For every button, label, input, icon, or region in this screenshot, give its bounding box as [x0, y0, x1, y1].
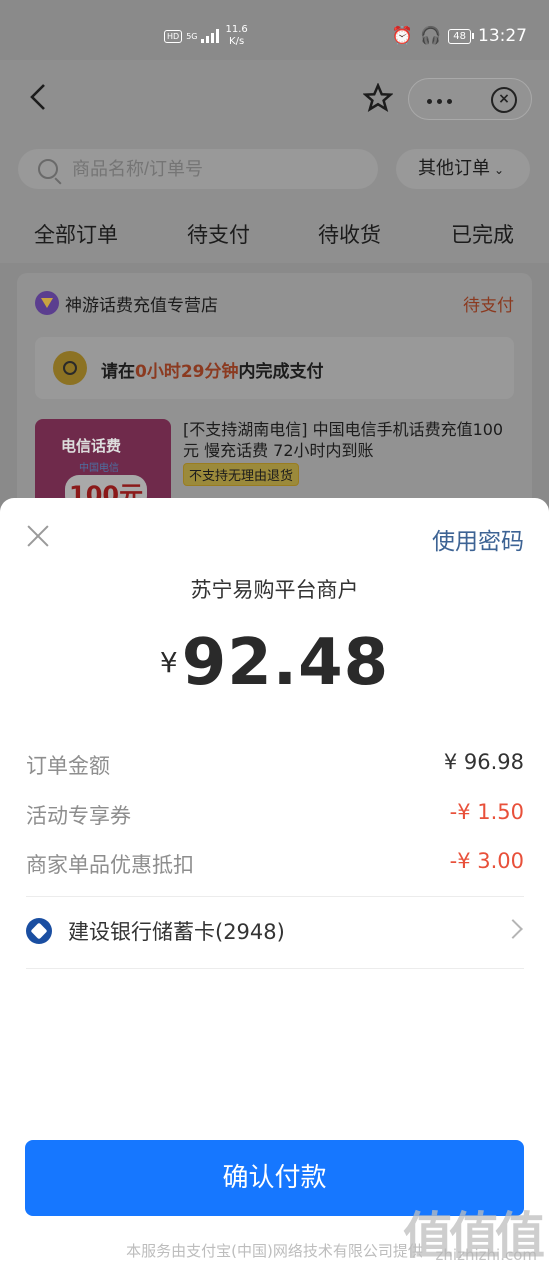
watermark-site: zhizhizhi.com	[435, 1246, 537, 1264]
divider	[26, 968, 524, 969]
search-row: 其他订单 ⌄	[0, 135, 549, 205]
order-list: 神游话费充值专营店 待支付 请在0小时29分钟内完成支付 电信话费 中国电信 1…	[0, 263, 549, 533]
battery-icon: 48	[448, 28, 474, 44]
detail-label: 订单金额	[26, 754, 110, 778]
detail-label: 活动专享券	[26, 804, 131, 828]
alarm-icon: ⏰	[391, 26, 414, 46]
tab-pending-receipt[interactable]: 待收货	[318, 219, 381, 249]
back-arrow-icon[interactable]	[24, 82, 54, 112]
shop-name[interactable]: 神游话费充值专营店	[65, 291, 218, 316]
tab-all-orders[interactable]: 全部订单	[34, 219, 118, 249]
status-bar: HD 5G 11.6 K/s ⏰ 🎧 48 13:27	[0, 0, 549, 60]
timer-text: 请在0小时29分钟内完成支付	[101, 357, 324, 382]
clock: 13:27	[478, 26, 527, 46]
order-tabs: 全部订单 待支付 待收货 已完成	[0, 205, 549, 263]
payment-timer: 请在0小时29分钟内完成支付	[35, 337, 514, 399]
headphones-icon: 🎧	[420, 26, 442, 46]
product-title[interactable]: [不支持湖南电信] 中国电信手机话费充值100元 慢充话费 72小时内到账	[183, 419, 513, 461]
close-circle-icon[interactable]: ×	[491, 87, 517, 113]
currency-symbol: ¥	[159, 646, 178, 679]
payment-method-row[interactable]: 建设银行储蓄卡(2948)	[26, 918, 524, 968]
detail-value: -¥ 1.50	[449, 800, 524, 824]
more-icon[interactable]	[427, 99, 452, 104]
network-type: 5G	[186, 31, 198, 41]
order-status: 待支付	[463, 296, 514, 316]
payment-sheet: 使用密码 苏宁易购平台商户 ¥92.48 订单金额 ¥ 96.98 活动专享券 …	[0, 498, 549, 1278]
chevron-right-icon	[503, 919, 523, 939]
detail-row-coupon: 活动专享券 -¥ 1.50	[26, 800, 524, 830]
tab-completed[interactable]: 已完成	[451, 219, 514, 249]
network-speed-unit: K/s	[229, 36, 245, 47]
bank-card-name: 建设银行储蓄卡(2948)	[68, 920, 285, 944]
close-icon[interactable]	[26, 524, 50, 548]
search-box[interactable]	[18, 149, 378, 189]
timer-remaining: 0小时29分钟	[135, 362, 239, 382]
detail-label: 商家单品优惠抵扣	[26, 853, 194, 877]
divider	[26, 896, 524, 897]
detail-row-order-amount: 订单金额 ¥ 96.98	[26, 750, 524, 780]
shop-logo-icon	[35, 291, 59, 315]
detail-row-merchant-discount: 商家单品优惠抵扣 -¥ 3.00	[26, 849, 524, 879]
ccb-bank-icon	[26, 918, 52, 944]
amount-value: 92.48	[181, 626, 390, 700]
network-speed: 11.6 K/s	[225, 24, 247, 48]
chevron-down-icon: ⌄	[494, 163, 505, 177]
merchant-name: 苏宁易购平台商户	[190, 578, 359, 602]
stopwatch-icon	[53, 351, 87, 385]
signal-icon	[201, 29, 221, 43]
product-image-brand: 中国电信	[79, 463, 119, 474]
timer-suffix: 内完成支付	[238, 362, 324, 382]
hd-indicator: HD	[164, 29, 183, 43]
star-icon[interactable]	[363, 83, 393, 113]
detail-value: ¥ 96.98	[443, 750, 524, 774]
payment-amount: ¥92.48	[0, 626, 549, 700]
search-icon	[38, 159, 58, 179]
no-return-tag: 不支持无理由退货	[183, 463, 300, 486]
network-speed-value: 11.6	[225, 24, 248, 35]
use-password-link[interactable]: 使用密码	[432, 522, 524, 556]
tab-pending-payment[interactable]: 待支付	[187, 219, 250, 249]
detail-value: -¥ 3.00	[449, 849, 524, 873]
timer-prefix: 请在	[101, 362, 135, 382]
mini-program-capsule: ×	[408, 78, 532, 120]
order-card[interactable]: 神游话费充值专营店 待支付 请在0小时29分钟内完成支付 电信话费 中国电信 1…	[17, 273, 532, 533]
other-orders-dropdown[interactable]: 其他订单 ⌄	[396, 149, 530, 189]
product-image-title: 电信话费	[61, 437, 122, 455]
page-header: ×	[0, 60, 549, 135]
status-bar-left: HD 5G 11.6 K/s	[164, 24, 248, 48]
search-input[interactable]	[72, 159, 352, 180]
status-bar-right: ⏰ 🎧 48 13:27	[392, 26, 527, 46]
other-orders-label: 其他订单	[418, 158, 490, 179]
